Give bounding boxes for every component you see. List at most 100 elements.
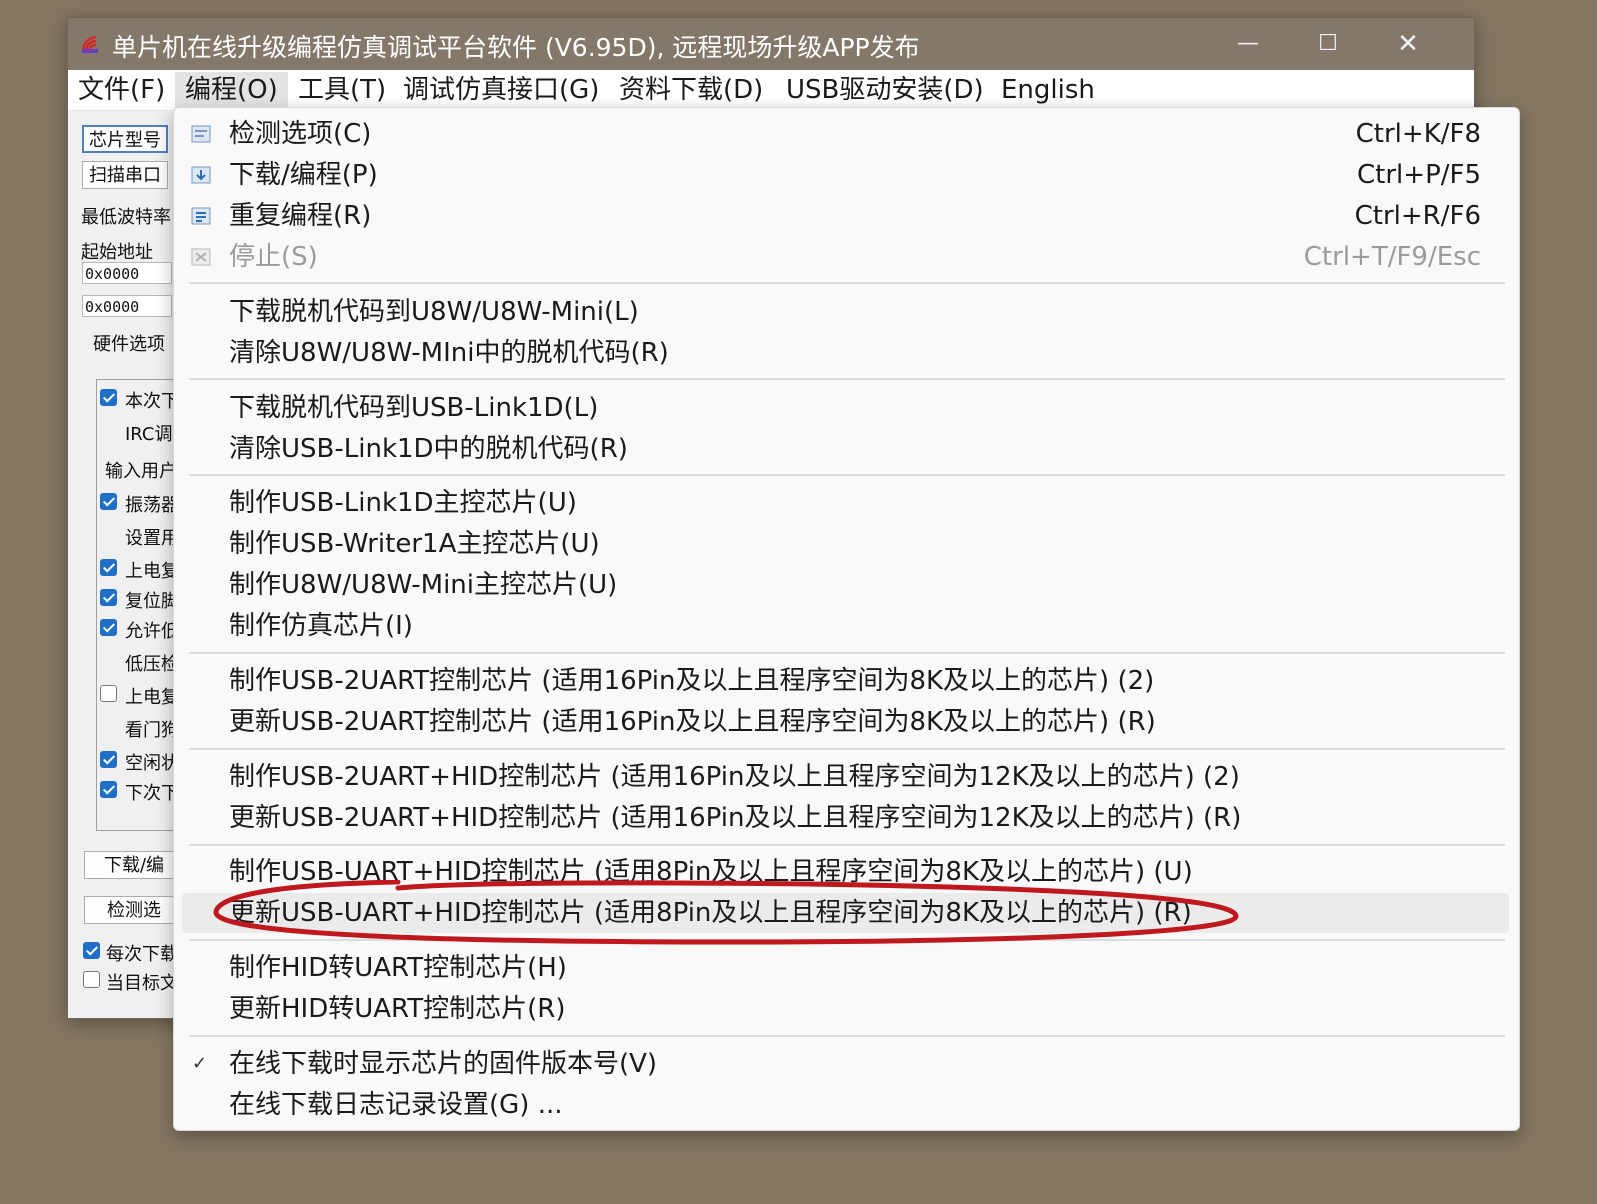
menu-item-label: 下载脱机代码到U8W/U8W-Mini(L) <box>229 297 639 327</box>
menu-item-update-usb-uart-hid[interactable]: 更新USB-UART+HID控制芯片 (适用8Pin及以上且程序空间为8K及以上… <box>182 893 1509 933</box>
option-checkbox[interactable] <box>100 589 117 606</box>
menu-item-label: 制作U8W/U8W-Mini主控芯片(U) <box>229 570 618 600</box>
option-label: 本次下 <box>125 391 179 412</box>
menu-item-make-emulator-chip[interactable]: 制作仿真芯片(I) <box>182 606 1509 646</box>
menu-separator <box>189 748 1505 750</box>
menu-item-label: 清除U8W/U8W-MIni中的脱机代码(R) <box>229 338 669 368</box>
start-address-input[interactable]: 0x0000 <box>82 262 172 284</box>
menu-item-repeat-program[interactable]: 重复编程(R) Ctrl+R/F6 <box>182 196 1509 236</box>
app-logo-icon <box>81 35 98 53</box>
menu-item-label: 检测选项(C) <box>229 119 372 149</box>
start-address-label: 起始地址 <box>81 242 153 263</box>
menu-item-make-link1d-chip[interactable]: 制作USB-Link1D主控芯片(U) <box>182 483 1509 523</box>
menu-item-clear-offline-link1d[interactable]: 清除USB-Link1D中的脱机代码(R) <box>182 429 1509 469</box>
menu-item-shortcut: Ctrl+P/F5 <box>1357 160 1481 190</box>
every-download-checkbox[interactable] <box>83 942 100 959</box>
menu-separator <box>189 652 1505 654</box>
repeat-program-icon <box>191 207 211 225</box>
option-checkbox[interactable] <box>100 389 117 406</box>
menu-item-label: 更新USB-UART+HID控制芯片 (适用8Pin及以上且程序空间为8K及以上… <box>229 898 1192 928</box>
menu-item-clear-offline-u8w[interactable]: 清除U8W/U8W-MIni中的脱机代码(R) <box>182 333 1509 373</box>
close-button[interactable]: ✕ <box>1378 24 1438 64</box>
menu-item-shortcut: Ctrl+K/F8 <box>1355 119 1481 149</box>
option-label: IRC调 <box>125 424 173 445</box>
menu-bar: 文件(F) 编程(O) 工具(T) 调试仿真接口(G) 资料下载(D) USB驱… <box>68 70 1474 111</box>
menu-item-label: 在线下载时显示芯片的固件版本号(V) <box>229 1049 658 1079</box>
stop-icon <box>191 248 211 266</box>
detect-options-button[interactable]: 检测选 <box>84 896 184 924</box>
target-file-checkbox[interactable] <box>83 971 100 988</box>
menu-debug-interface[interactable]: 调试仿真接口(G) <box>393 72 609 108</box>
menu-item-label: 下载/编程(P) <box>229 160 378 190</box>
menu-usb-driver[interactable]: USB驱动安装(D) <box>776 72 994 108</box>
menu-item-make-usb-2uart-hid[interactable]: 制作USB-2UART+HID控制芯片 (适用16Pin及以上且程序空间为12K… <box>182 757 1509 797</box>
menu-item-make-u8w-chip[interactable]: 制作U8W/U8W-Mini主控芯片(U) <box>182 565 1509 605</box>
menu-item-download-offline-u8w[interactable]: 下载脱机代码到U8W/U8W-Mini(L) <box>182 292 1509 332</box>
menu-item-label: 清除USB-Link1D中的脱机代码(R) <box>229 434 628 464</box>
option-label: 上电复 <box>125 687 179 708</box>
left-panel: 芯片型号 扫描串口 最低波特率 起始地址 0x0000 0x0000 硬件选项 … <box>68 111 187 1018</box>
menu-item-label: 更新USB-2UART控制芯片 (适用16Pin及以上且程序空间为8K及以上的芯… <box>229 707 1156 737</box>
program-menu-dropdown: 检测选项(C) Ctrl+K/F8 下载/编程(P) Ctrl+P/F5 重复编… <box>173 107 1520 1131</box>
menu-program[interactable]: 编程(O) <box>175 72 288 108</box>
menu-separator <box>189 474 1505 476</box>
option-checkbox[interactable] <box>100 685 117 702</box>
menu-english[interactable]: English <box>991 72 1105 108</box>
menu-item-log-settings[interactable]: 在线下载日志记录设置(G) ... <box>182 1085 1509 1125</box>
option-label: 看门狗 <box>125 720 179 741</box>
menu-item-shortcut: Ctrl+R/F6 <box>1354 201 1481 231</box>
menu-item-label: 制作仿真芯片(I) <box>229 611 413 641</box>
download-program-button[interactable]: 下载/编 <box>84 851 184 879</box>
maximize-button[interactable]: ☐ <box>1298 24 1358 64</box>
option-checkbox[interactable] <box>100 493 117 510</box>
menu-separator <box>189 939 1505 941</box>
checkmark-icon: ✓ <box>192 1053 208 1074</box>
menu-item-label: 制作USB-Link1D主控芯片(U) <box>229 488 577 518</box>
menu-item-label: 更新HID转UART控制芯片(R) <box>229 994 566 1024</box>
menu-item-label: 制作HID转UART控制芯片(H) <box>229 953 567 983</box>
menu-item-detect-options[interactable]: 检测选项(C) Ctrl+K/F8 <box>182 114 1509 154</box>
menu-tools[interactable]: 工具(T) <box>288 72 396 108</box>
scan-port-button[interactable]: 扫描串口 <box>82 161 168 189</box>
menu-item-update-hid-uart[interactable]: 更新HID转UART控制芯片(R) <box>182 989 1509 1029</box>
option-label: 下次下 <box>125 783 179 804</box>
option-label: 设置用 <box>125 528 179 549</box>
every-download-label: 每次下载 <box>106 944 178 965</box>
window-title: 单片机在线升级编程仿真调试平台软件 (V6.95D), 远程现场升级APP发布 <box>112 33 920 62</box>
option-label: 复位脚 <box>125 591 179 612</box>
menu-separator <box>189 282 1505 284</box>
hardware-options-label: 硬件选项 <box>93 334 165 355</box>
menu-item-download-program[interactable]: 下载/编程(P) Ctrl+P/F5 <box>182 155 1509 195</box>
option-label: 上电复 <box>125 561 179 582</box>
menu-item-shortcut: Ctrl+T/F9/Esc <box>1303 242 1481 272</box>
min-baud-label: 最低波特率 <box>81 207 171 228</box>
menu-item-show-firmware-version[interactable]: ✓ 在线下载时显示芯片的固件版本号(V) <box>182 1044 1509 1084</box>
option-checkbox[interactable] <box>100 619 117 636</box>
menu-item-label: 制作USB-2UART+HID控制芯片 (适用16Pin及以上且程序空间为12K… <box>229 762 1240 792</box>
download-icon <box>191 166 211 184</box>
menu-item-download-offline-link1d[interactable]: 下载脱机代码到USB-Link1D(L) <box>182 388 1509 428</box>
title-bar[interactable]: 单片机在线升级编程仿真调试平台软件 (V6.95D), 远程现场升级APP发布 … <box>68 18 1474 70</box>
option-checkbox[interactable] <box>100 751 117 768</box>
menu-item-make-usb-uart-hid[interactable]: 制作USB-UART+HID控制芯片 (适用8Pin及以上且程序空间为8K及以上… <box>182 852 1509 892</box>
menu-item-update-usb-2uart-hid[interactable]: 更新USB-2UART+HID控制芯片 (适用16Pin及以上且程序空间为12K… <box>182 798 1509 838</box>
option-checkbox[interactable] <box>100 559 117 576</box>
minimize-button[interactable]: — <box>1218 24 1278 64</box>
option-label: 低压检 <box>125 654 179 675</box>
menu-item-update-usb-2uart[interactable]: 更新USB-2UART控制芯片 (适用16Pin及以上且程序空间为8K及以上的芯… <box>182 702 1509 742</box>
menu-item-make-hid-uart[interactable]: 制作HID转UART控制芯片(H) <box>182 948 1509 988</box>
menu-item-label: 制作USB-Writer1A主控芯片(U) <box>229 529 600 559</box>
menu-item-make-usb-2uart[interactable]: 制作USB-2UART控制芯片 (适用16Pin及以上且程序空间为8K及以上的芯… <box>182 661 1509 701</box>
target-file-label: 当目标文 <box>106 973 178 994</box>
option-label: 空闲状 <box>125 753 179 774</box>
option-checkbox[interactable] <box>100 781 117 798</box>
menu-separator <box>189 844 1505 846</box>
menu-item-stop[interactable]: 停止(S) Ctrl+T/F9/Esc <box>182 237 1509 277</box>
menu-item-make-writer1a-chip[interactable]: 制作USB-Writer1A主控芯片(U) <box>182 524 1509 564</box>
chip-model-button[interactable]: 芯片型号 <box>82 125 168 153</box>
menu-separator <box>189 378 1505 380</box>
menu-file[interactable]: 文件(F) <box>68 72 175 108</box>
menu-downloads[interactable]: 资料下载(D) <box>609 72 773 108</box>
end-address-input[interactable]: 0x0000 <box>82 295 172 317</box>
menu-item-label: 更新USB-2UART+HID控制芯片 (适用16Pin及以上且程序空间为12K… <box>229 803 1242 833</box>
